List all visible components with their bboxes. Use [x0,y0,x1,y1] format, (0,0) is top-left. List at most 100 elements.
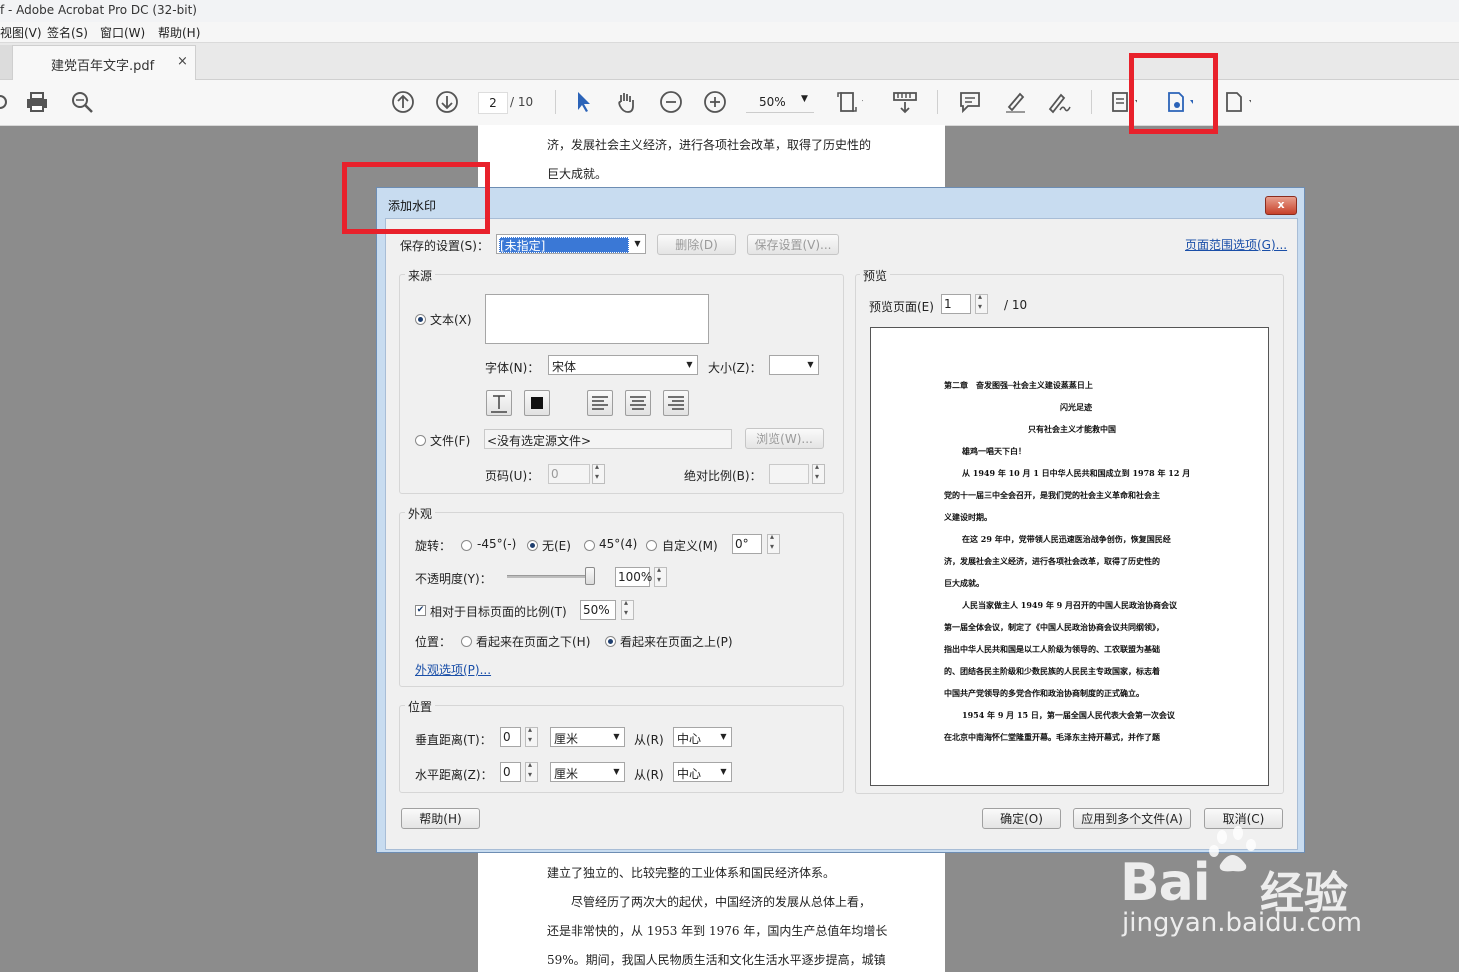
preview-text-line: 济，发展社会主义经济，进行各项社会改革，取得了历史性的 [944,556,1160,566]
preview-text-line: 在这 29 年中，党带领人民迅速医治战争创伤，恢复国民经 [962,534,1171,544]
page-text-line: 建立了独立的、比较完整的工业体系和国民经济体系。 [547,866,836,880]
rotation-minus45-radio[interactable] [461,540,472,551]
preview-text-line: 从 1949 年 10 月 1 日中华人民共和国成立到 1978 年 12 月 [962,468,1191,478]
menu-help[interactable]: 帮助(H) [158,24,200,41]
document-page-top: 济，发展社会主义经济，进行各项社会改革，取得了历史性的 巨大成就。 [478,125,945,187]
preview-page-total: / 10 [1004,298,1028,312]
preview-page-label: 预览页面(E) [869,300,934,314]
browse-button[interactable]: 浏览(W)... [745,428,824,449]
dialog-close-button[interactable]: x [1265,196,1297,215]
rotation-custom-radio[interactable] [646,540,657,551]
chevron-down-icon: ▼ [720,732,727,741]
sign-pen-icon[interactable] [1045,88,1073,116]
preview-text-line: 党的十一届三中全会召开，是我们党的社会主义革命和社会主 [944,490,1160,500]
rotation-45-radio[interactable] [584,540,595,551]
vertical-distance-spinner[interactable] [525,725,538,747]
tab-close-icon[interactable]: × [177,54,188,69]
document-tab-label: 建党百年文字.pdf [51,59,155,74]
absolute-scale-label: 绝对比例(B)： [684,469,762,483]
save-settings-button[interactable]: 保存设置(V)... [747,234,839,255]
page-number-field[interactable]: 0 [548,464,590,484]
document-tab[interactable]: 建党百年文字.pdf × [12,45,196,80]
horizontal-from-label: 从(R) [634,768,664,782]
size-select[interactable]: ▼ [769,355,819,375]
watermark-url: jingyan.baidu.com [1122,908,1362,938]
text-color-icon[interactable] [524,390,550,416]
highlight-pen-icon[interactable] [1001,88,1029,116]
ok-button[interactable]: 确定(O) [982,808,1061,829]
vertical-distance-field[interactable]: 0 [500,727,521,747]
align-left-icon[interactable] [587,390,613,416]
preview-page-spinner[interactable] [975,292,988,314]
align-right-icon[interactable] [663,390,689,416]
zoom-out-icon[interactable] [657,88,685,116]
fit-page-icon[interactable] [835,88,863,116]
position-group-title: 位置 [405,698,436,715]
opacity-spinner[interactable] [654,565,667,587]
source-file-value: <没有选定源文件> [487,434,592,448]
highlight-box-toolbar [1129,53,1218,134]
font-label: 字体(N)： [485,361,540,375]
horizontal-distance-field[interactable]: 0 [500,762,521,782]
menu-sign[interactable]: 签名(S) [47,24,88,41]
undo-icon[interactable] [0,88,14,116]
saved-settings-select[interactable]: [未指定] ▼ [496,234,646,254]
hand-icon[interactable] [612,88,640,116]
preview-text-line: 第一届全体会议，制定了《中国人民政治协商会议共同纲领》， [944,622,1164,632]
preview-text-line: 在北京中南海怀仁堂隆重开幕。毛泽东主持开幕式，并作了题 [944,732,1160,742]
scroll-mode-icon[interactable] [891,88,919,116]
page-number-spinner[interactable] [592,462,605,484]
previous-page-icon[interactable] [389,88,417,116]
align-center-icon[interactable] [625,390,651,416]
menu-window[interactable]: 窗口(W) [100,24,145,41]
appearance-options-link[interactable]: 外观选项(P)... [415,661,491,678]
relative-scale-checkbox[interactable]: ✔ [415,605,426,616]
rotation-angle-spinner[interactable] [767,532,780,554]
vertical-unit-select[interactable]: 厘米 ▼ [550,727,625,747]
text-source-radio[interactable] [415,314,426,325]
horizontal-from-select[interactable]: 中心 ▼ [673,762,732,782]
window-titlebar: f - Adobe Acrobat Pro DC (32-bit) [0,0,1459,23]
behind-page-radio[interactable] [461,636,472,647]
print-icon[interactable] [23,88,51,116]
chevron-down-icon: ▼ [720,767,727,776]
absolute-scale-field[interactable] [769,464,809,484]
rotation-angle-field[interactable]: 0° [732,534,762,554]
opacity-field[interactable]: 100% [615,567,652,587]
preview-text-line: 指出中华人民共和国是以工人阶级为领导的、工农联盟为基础 [944,644,1160,654]
preview-page-field[interactable]: 1 [941,294,971,314]
watermark-text-input[interactable] [485,294,709,344]
relative-scale-field[interactable]: 50% [580,600,616,620]
menu-view[interactable]: 视图(V) [0,24,42,41]
comment-icon[interactable] [956,88,984,116]
horizontal-distance-spinner[interactable] [525,760,538,782]
page-text-line: 59%。期间，我国人民物质生活和文化生活水平逐步提高，城镇 [547,953,886,967]
font-select[interactable]: 宋体 ▼ [548,355,698,375]
zoom-search-icon[interactable] [68,88,96,116]
tab-previous-stub[interactable] [0,45,12,79]
zoom-in-icon[interactable] [701,88,729,116]
select-arrow-icon[interactable] [569,88,597,116]
chevron-down-icon: ▼ [613,767,620,776]
zoom-select[interactable]: 50% ▼ [746,92,814,113]
help-button[interactable]: 帮助(H) [401,808,480,829]
underline-text-icon[interactable] [486,390,512,416]
relative-scale-spinner[interactable] [621,598,634,620]
front-page-radio[interactable] [605,636,616,647]
page-number-input[interactable]: 2 [478,92,508,114]
horizontal-unit-select[interactable]: 厘米 ▼ [550,762,625,782]
opacity-slider-thumb[interactable] [585,567,595,585]
absolute-scale-spinner[interactable] [812,462,825,484]
organize-pages-icon[interactable] [1223,88,1251,116]
vertical-from-select[interactable]: 中心 ▼ [673,727,732,747]
page-range-options-link[interactable]: 页面范围选项(G)... [1185,236,1287,253]
delete-button[interactable]: 删除(D) [657,234,736,255]
rotation-custom-label: 自定义(M) [662,539,718,553]
next-page-icon[interactable] [433,88,461,116]
opacity-slider-track[interactable] [507,575,595,578]
file-source-radio[interactable] [415,435,426,446]
rotation-none-radio[interactable] [527,540,538,551]
vertical-distance-value: 0 [503,730,511,744]
preview-canvas: 第二章 奋发图强─社会主义建设蒸蒸日上 闪光足迹 只有社会主义才能救中国 雄鸡一… [870,327,1269,786]
source-file-field[interactable]: <没有选定源文件> [484,429,732,449]
